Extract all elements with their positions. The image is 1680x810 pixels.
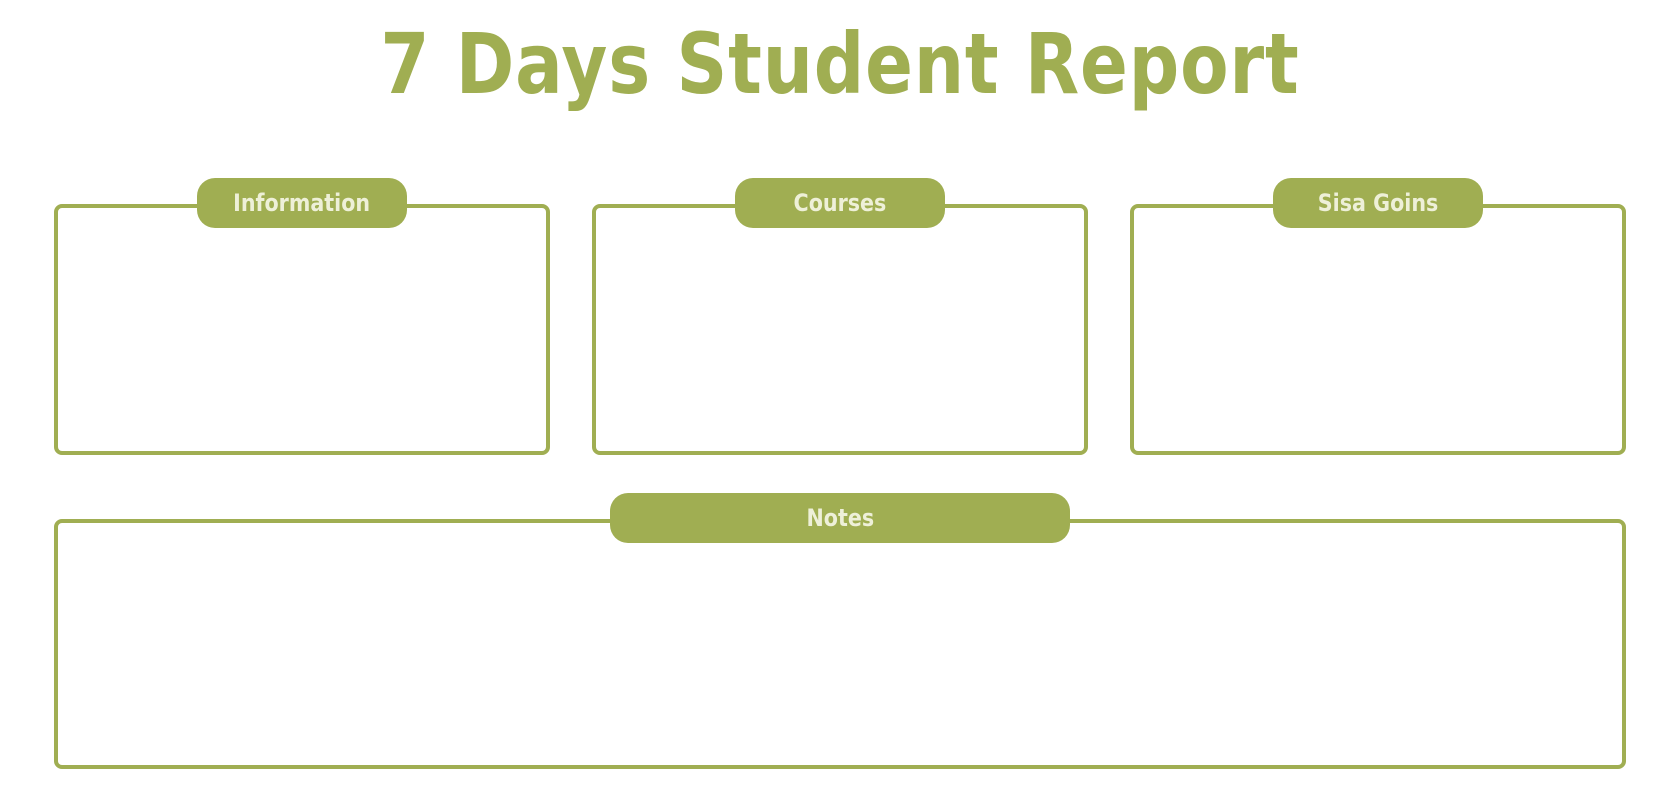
student-name-tab: Sisa Goins — [1273, 178, 1483, 228]
information-panel: Information — [54, 178, 550, 455]
information-tab: Information — [197, 178, 407, 228]
courses-tab-label: Courses — [793, 189, 887, 217]
student-name-tab-label: Sisa Goins — [1317, 189, 1439, 217]
notes-tab: Notes — [610, 493, 1070, 543]
notes-panel: Notes — [54, 493, 1626, 769]
information-tab-label: Information — [233, 189, 371, 217]
courses-tab: Courses — [735, 178, 945, 228]
notes-tab-label: Notes — [806, 504, 874, 532]
student-name-panel: Sisa Goins — [1130, 178, 1626, 455]
courses-panel: Courses — [592, 178, 1088, 455]
page-title: 7 Days Student Report — [380, 15, 1300, 113]
